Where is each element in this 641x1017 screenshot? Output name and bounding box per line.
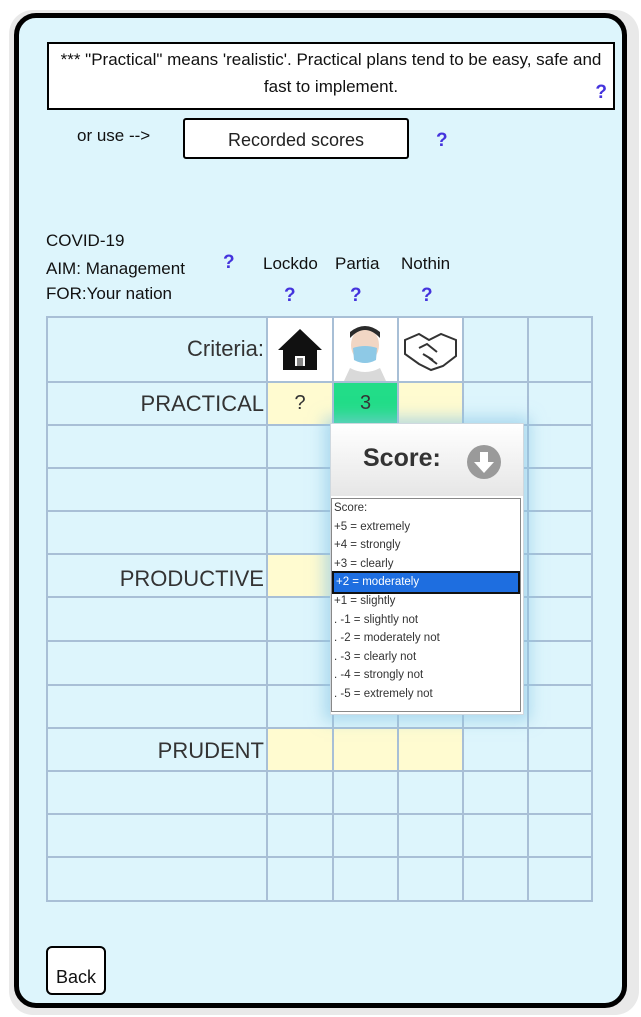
score-option[interactable]: . -1 = slightly not: [332, 611, 520, 630]
or-use-label: or use -->: [77, 126, 151, 145]
option-name-nothing: Nothin: [401, 254, 451, 273]
recorded-scores-button[interactable]: Recorded scores: [183, 118, 409, 159]
score-cell-prudent-partial[interactable]: [334, 729, 397, 770]
grid-line: [46, 770, 593, 772]
for-value: Your nation: [86, 284, 172, 303]
option-help-icon[interactable]: ?: [284, 285, 296, 307]
option-name-lockdown: Lockdo: [263, 254, 318, 273]
handshake-icon: [404, 332, 457, 372]
note-help-icon[interactable]: ?: [595, 79, 607, 106]
aim-help-icon[interactable]: ?: [223, 252, 235, 274]
practical-definition-note: *** "Practical" means 'realistic'. Pract…: [47, 42, 615, 110]
option-icon-lockdown[interactable]: [268, 318, 332, 381]
score-cell-productive-lockdown[interactable]: [268, 555, 332, 596]
score-option[interactable]: +3 = clearly: [332, 555, 520, 574]
score-cell-practical-partial[interactable]: 3: [334, 383, 397, 424]
option-name-partial: Partia: [335, 254, 380, 273]
grid-line: [46, 856, 593, 858]
grid-line: [46, 813, 593, 815]
for-label: FOR:: [46, 284, 87, 303]
option-icon-partial[interactable]: [334, 318, 397, 381]
score-option[interactable]: +4 = strongly: [332, 536, 520, 555]
aim-value: Management: [85, 259, 185, 278]
score-cell-prudent-lockdown[interactable]: [268, 729, 332, 770]
aim-row: AIM: Management: [46, 259, 185, 279]
score-popup: Score: Score: +5 = extremely +4 = strong…: [330, 423, 524, 715]
score-option[interactable]: . -3 = clearly not: [332, 648, 520, 667]
score-cell-prudent-nothing[interactable]: [399, 729, 462, 770]
option-help-icon[interactable]: ?: [421, 285, 433, 307]
score-option-header: Score:: [334, 502, 368, 514]
back-button[interactable]: Back: [46, 946, 106, 995]
score-option[interactable]: +1 = slightly: [332, 592, 520, 611]
note-text: *** "Practical" means 'realistic'. Pract…: [60, 50, 602, 96]
house-icon: [278, 329, 322, 370]
score-option[interactable]: . -2 = moderately not: [332, 629, 520, 648]
score-cell-practical-lockdown[interactable]: ?: [268, 383, 332, 424]
score-popup-header: Score:: [331, 424, 523, 496]
criterion-prudent: PRUDENT: [157, 738, 264, 763]
score-option[interactable]: . -5 = extremely not: [332, 685, 520, 704]
score-popup-title: Score:: [363, 444, 441, 472]
score-cell-practical-nothing[interactable]: [399, 383, 462, 424]
score-option-selected[interactable]: +2 = moderately: [332, 571, 520, 594]
criterion-productive: PRODUCTIVE: [119, 566, 264, 591]
score-select-list[interactable]: Score: +5 = extremely +4 = strongly +3 =…: [331, 498, 521, 712]
score-option[interactable]: . -4 = strongly not: [332, 666, 520, 685]
recorded-scores-help-icon[interactable]: ?: [436, 130, 448, 152]
face-mask-icon: [344, 326, 386, 381]
arrow-down-circle-icon[interactable]: [467, 445, 501, 479]
score-option[interactable]: +5 = extremely: [332, 518, 520, 537]
criteria-label: Criteria:: [186, 336, 264, 361]
criterion-practical: PRACTICAL: [140, 391, 264, 416]
topic-subject: COVID-19: [46, 231, 125, 250]
aim-label: AIM:: [46, 259, 81, 278]
for-row: FOR:Your nation: [46, 284, 172, 304]
option-help-icon[interactable]: ?: [350, 285, 362, 307]
option-icon-nothing[interactable]: [399, 318, 462, 381]
